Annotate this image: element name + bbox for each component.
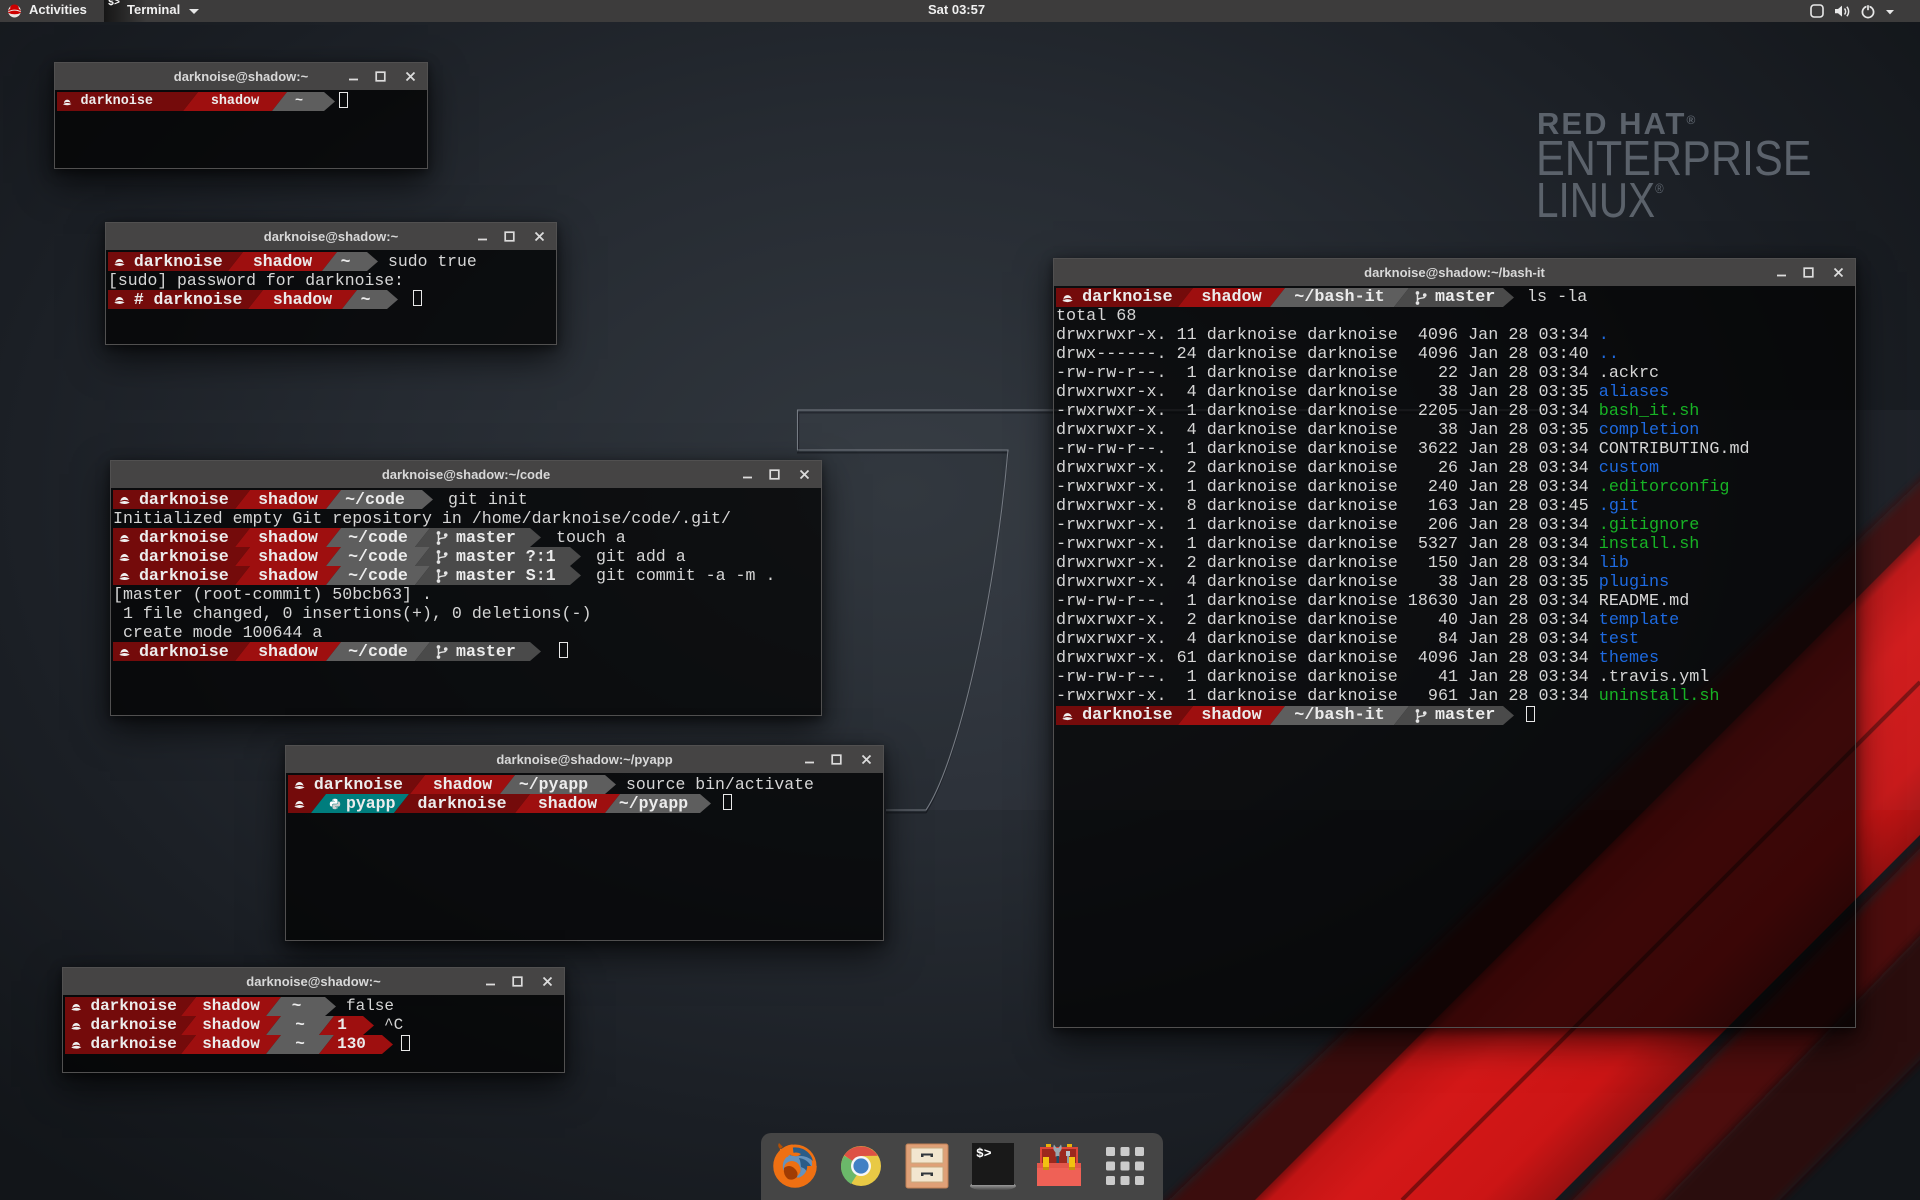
svg-text:$>: $> [976,1146,992,1161]
